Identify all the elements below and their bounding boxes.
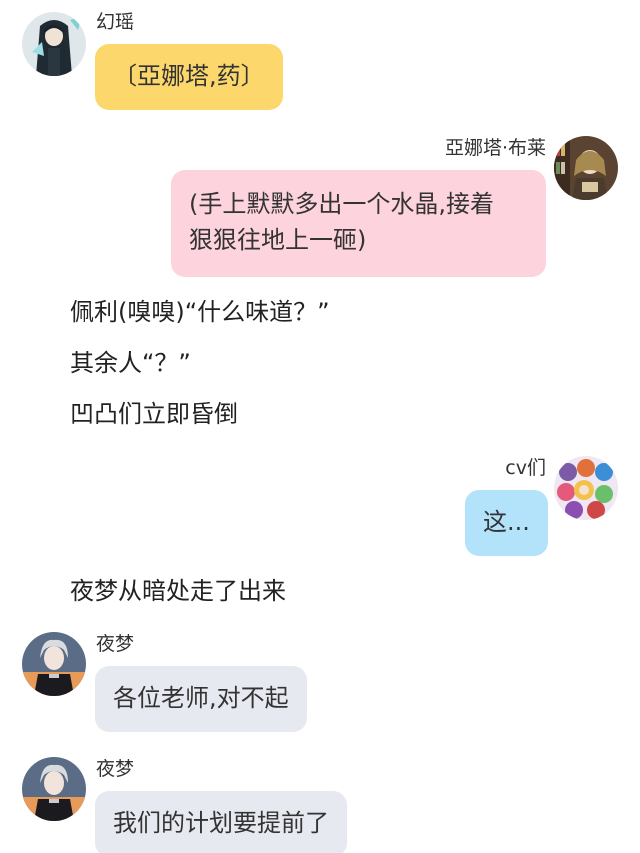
narration-line: 凹凸们立即昏倒 [70, 400, 238, 428]
message-bubble[interactable]: 〔亞娜塔,药〕 [95, 44, 283, 110]
group-characters-avatar-icon[interactable] [554, 456, 618, 520]
sender-name: cv们 [505, 457, 546, 479]
dark-haired-character-avatar-icon[interactable] [22, 12, 86, 76]
chat-view: 幻瑶 〔亞娜塔,药〕 亞娜塔·布莱 (手上默默多出一个水晶,接着 狠狠往地上一砸… [0, 0, 640, 853]
sender-name: 夜梦 [96, 633, 135, 655]
sender-name: 亞娜塔·布莱 [444, 137, 546, 159]
narration-line: 其余人“？” [70, 349, 191, 377]
sender-name: 夜梦 [96, 758, 135, 780]
message-bubble[interactable]: 这... [465, 490, 548, 556]
white-haired-boy-avatar-icon[interactable] [22, 757, 86, 821]
message-line: (手上默默多出一个水晶,接着 [189, 190, 494, 218]
sender-name: 幻瑶 [96, 11, 135, 33]
reading-girl-avatar-icon[interactable] [554, 136, 618, 200]
narration-line: 佩利(嗅嗅)“什么味道？” [70, 298, 330, 326]
message-line: 狠狠往地上一砸) [189, 226, 367, 254]
narration-line: 夜梦从暗处走了出来 [70, 577, 286, 605]
message-bubble[interactable]: 各位老师,对不起 [95, 666, 307, 732]
white-haired-boy-avatar-icon[interactable] [22, 632, 86, 696]
message-bubble[interactable]: (手上默默多出一个水晶,接着 狠狠往地上一砸) [171, 170, 546, 277]
message-bubble[interactable]: 我们的计划要提前了 [95, 791, 347, 853]
